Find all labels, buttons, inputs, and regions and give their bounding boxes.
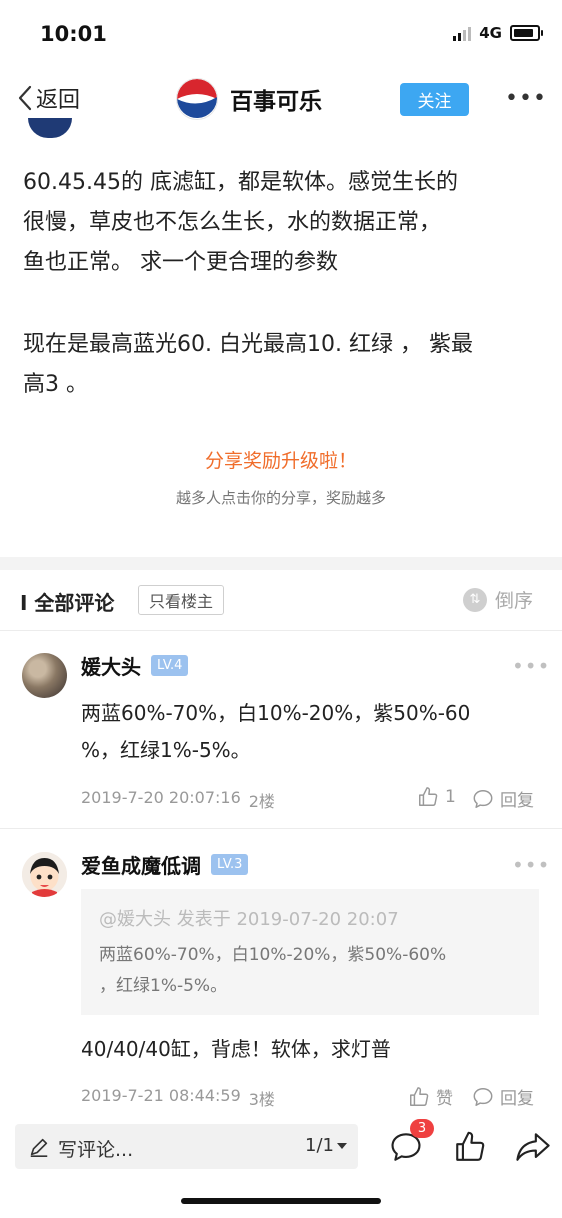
sort-reverse-button[interactable]: ⇅ 倒序 — [463, 586, 533, 613]
sort-label: 倒序 — [495, 590, 534, 612]
post-paragraph-2: 现在是最高蓝光60. 白光最高10. 红绿 ， 紫最 高3 。 — [23, 325, 543, 405]
comment-line: %，红绿1%-5%。 — [81, 738, 251, 762]
share-icon[interactable] — [514, 1130, 552, 1168]
post-line: 很慢，草皮也不怎么生长，水的数据正常， — [23, 210, 442, 235]
owner-only-button[interactable]: 只看楼主 — [138, 585, 225, 615]
like-count: 1 — [445, 787, 456, 807]
timestamp: 2019-7-20 20:07:16 — [81, 788, 241, 807]
floor-number: 3楼 — [248, 1090, 275, 1109]
sort-icon: ⇅ — [463, 587, 487, 612]
back-button[interactable]: 返回 — [18, 82, 80, 114]
page-selector[interactable]: 1/1 — [305, 1135, 347, 1156]
post-paragraph-1: 60.45.45的 底滤缸，都是软体。感觉生长的 很慢，草皮也不怎么生长，水的数… — [23, 163, 543, 283]
divider — [0, 828, 562, 829]
level-badge: LV.3 — [211, 854, 249, 875]
network-type: 4G — [479, 24, 502, 42]
status-time: 10:01 — [40, 22, 107, 46]
pepsi-logo-icon — [176, 78, 218, 120]
comment-text: 40/40/40缸，背虑！软体，求灯普 — [81, 1037, 391, 1061]
level-badge: LV.4 — [151, 655, 189, 676]
share-reward-subtitle: 越多人点击你的分享，奖励越多 — [175, 489, 386, 507]
username[interactable]: 爱鱼成魔低调 — [81, 850, 201, 879]
post-line: 鱼也正常。 求一个更合理的参数 — [23, 250, 338, 275]
signal-icon — [453, 25, 472, 41]
share-reward-title[interactable]: 分享奖励升级啦！ — [0, 446, 562, 473]
back-label: 返回 — [36, 88, 81, 113]
like-label: 赞 — [436, 1089, 453, 1109]
reply-label: 回复 — [500, 1089, 534, 1109]
floor-number: 2楼 — [248, 792, 275, 811]
status-indicators: 4G — [453, 24, 543, 42]
like-button[interactable]: 1 — [417, 786, 456, 808]
comment-more-icon[interactable]: ••• — [512, 853, 550, 877]
more-options-icon[interactable]: ••• — [505, 86, 547, 111]
divider — [0, 630, 562, 631]
home-indicator[interactable] — [181, 1198, 381, 1204]
username[interactable]: 媛大头 — [81, 651, 141, 680]
like-button[interactable]: 赞 — [408, 1084, 453, 1109]
pencil-icon — [28, 1136, 50, 1162]
comment-header: 爱鱼成魔低调 LV.3 — [81, 850, 249, 879]
avatar[interactable] — [22, 653, 67, 698]
comment-meta: 2019-7-20 20:07:16 2楼 — [81, 788, 275, 812]
page-title: 百事可乐 — [230, 89, 322, 115]
battery-icon — [510, 25, 543, 41]
thumbs-up-icon — [410, 1086, 429, 1106]
avatar[interactable] — [22, 852, 67, 897]
comment-more-icon[interactable]: ••• — [512, 654, 550, 678]
quote-line: ，红绿1%-5%。 — [99, 976, 228, 996]
speech-bubble-icon — [473, 789, 493, 808]
post-line: 现在是最高蓝光60. 白光最高10. 红绿 ， 紫最 — [23, 332, 473, 357]
comment-line: 两蓝60%-70%，白10%-20%，紫50%-60 — [81, 701, 471, 725]
quote-header: @媛大头 发表于 2019-07-20 20:07 — [99, 909, 399, 930]
reply-label: 回复 — [500, 791, 534, 811]
speech-bubble-icon — [473, 1087, 493, 1106]
comment-text: 两蓝60%-70%，白10%-20%，紫50%-60 %，红绿1%-5%。 — [81, 695, 541, 769]
reply-button[interactable]: 回复 — [472, 786, 534, 811]
follow-button[interactable]: 关注 — [400, 83, 469, 116]
all-comments-title: I 全部评论 — [20, 591, 115, 615]
timestamp: 2019-7-21 08:44:59 — [81, 1086, 241, 1105]
author-avatar[interactable] — [28, 118, 72, 138]
thumbs-up-icon[interactable] — [452, 1130, 488, 1168]
comment-meta: 2019-7-21 08:44:59 3楼 — [81, 1086, 275, 1110]
caret-down-icon — [336, 1142, 347, 1149]
comment-header: 媛大头 LV.4 — [81, 651, 189, 680]
quote-line: 两蓝60%-70%，白10%-20%，紫50%-60% — [99, 945, 447, 965]
section-divider — [0, 557, 562, 570]
write-comment-placeholder: 写评论... — [58, 1139, 134, 1161]
post-line: 高3 。 — [23, 372, 88, 397]
post-line: 60.45.45的 底滤缸，都是软体。感觉生长的 — [23, 170, 458, 195]
comment-count-badge: 3 — [410, 1119, 434, 1138]
page-indicator: 1/1 — [305, 1135, 334, 1156]
quote-text: 两蓝60%-70%，白10%-20%，紫50%-60% ，红绿1%-5%。 — [99, 940, 519, 1002]
chevron-left-icon — [18, 85, 32, 111]
thumbs-up-icon — [419, 787, 438, 806]
brand-header[interactable]: 百事可乐 — [176, 78, 322, 120]
reply-button[interactable]: 回复 — [472, 1084, 534, 1109]
